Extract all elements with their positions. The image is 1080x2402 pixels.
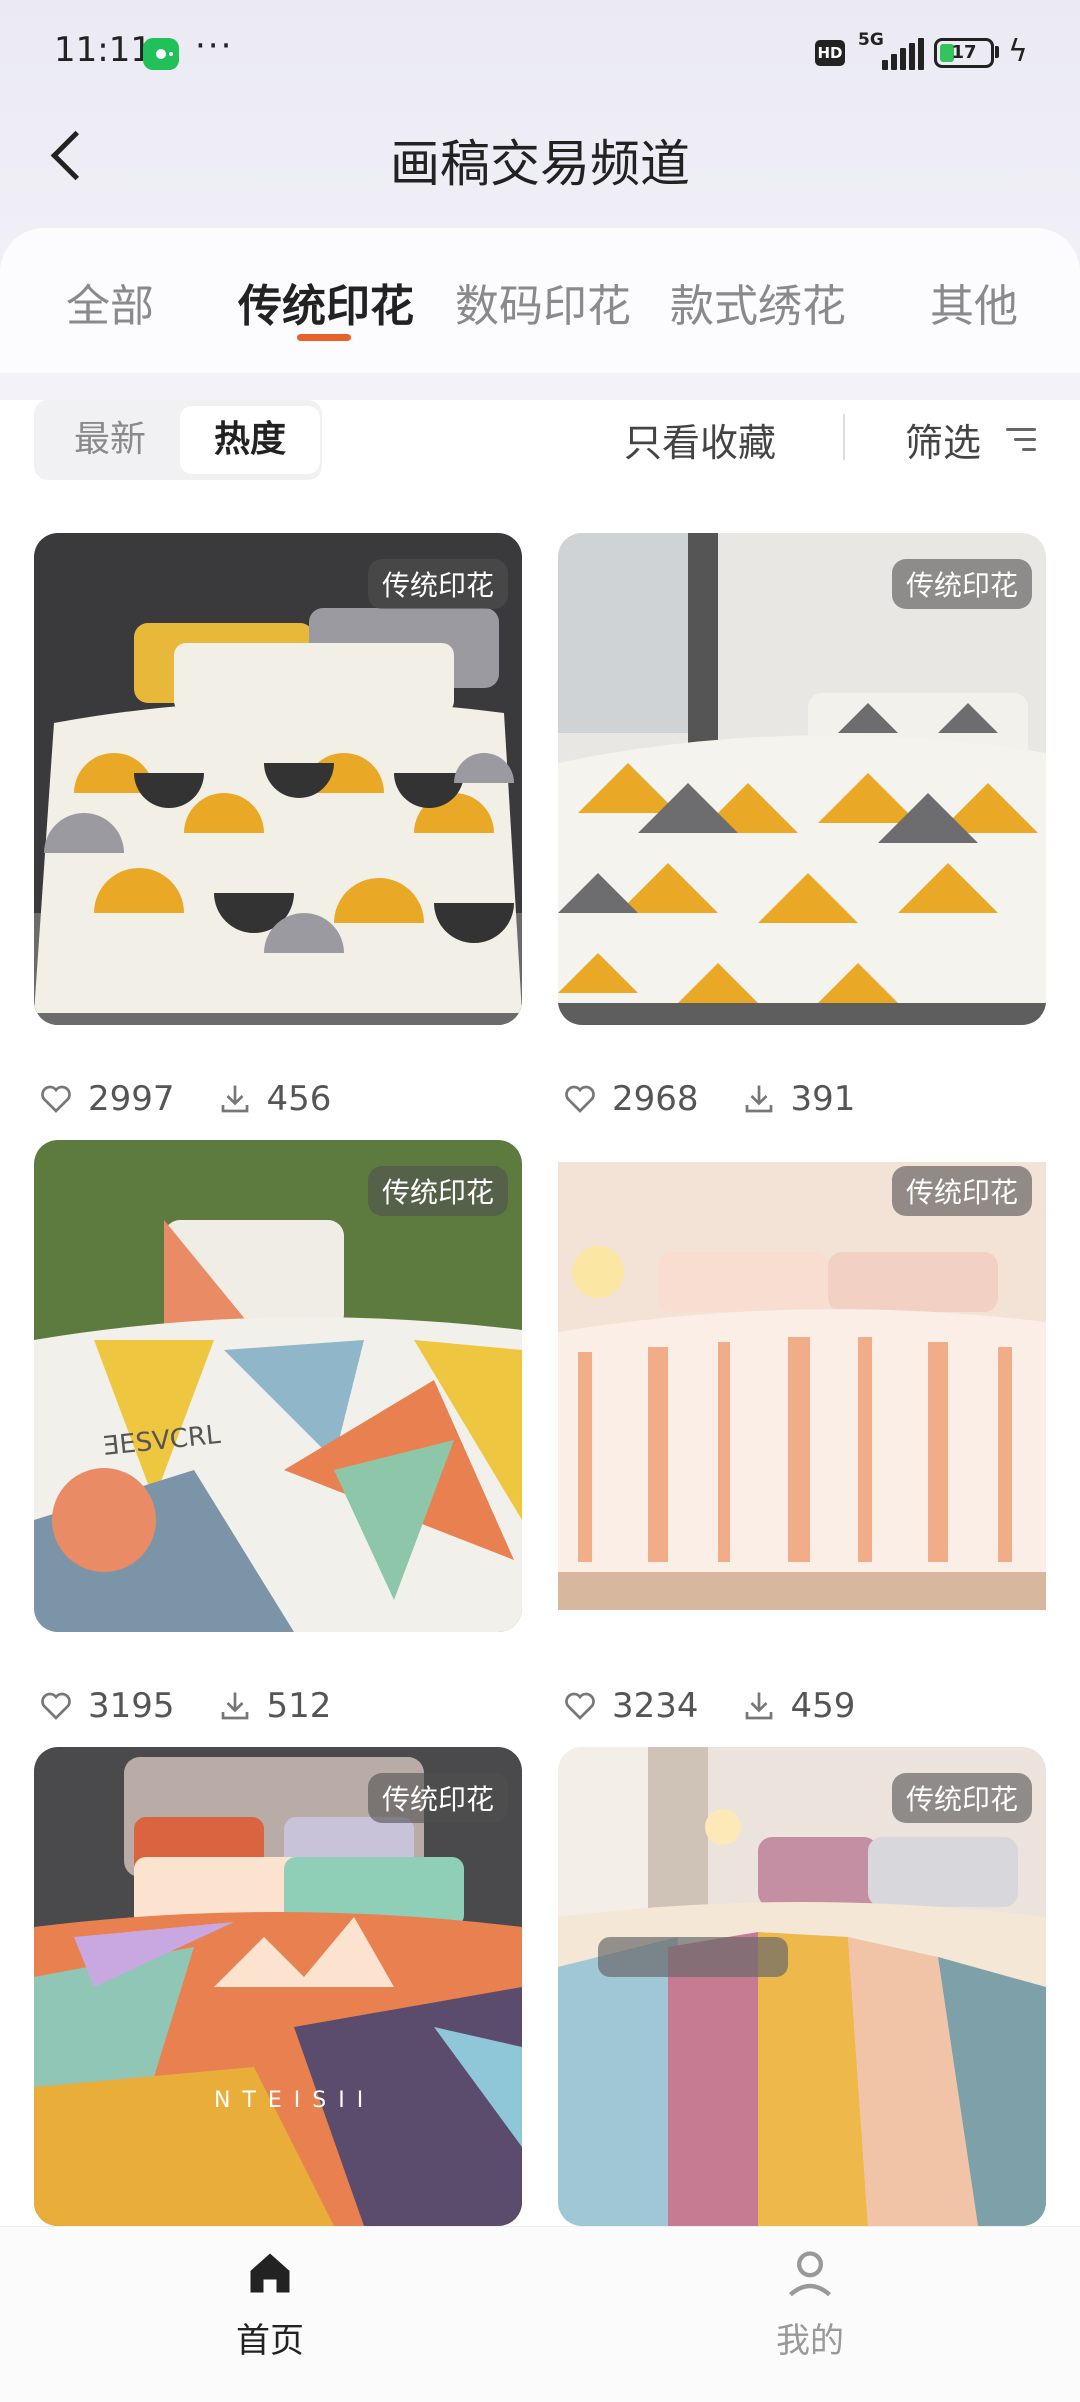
hd-icon: HD: [815, 40, 845, 66]
category-tag: 传统印花: [367, 559, 508, 609]
wechat-icon: [143, 38, 179, 70]
sort-popular-button[interactable]: 热度: [180, 406, 320, 474]
design-card[interactable]: 传统印花: [558, 1747, 1046, 2285]
nav-home-label: 首页: [236, 2321, 304, 2361]
download-icon[interactable]: [741, 1688, 777, 1724]
heart-icon[interactable]: [562, 1081, 598, 1117]
design-card[interactable]: NTEISII 传统印花: [34, 1747, 522, 2285]
category-tabs: 全部 传统印花 数码印花 款式绣花 其他: [0, 228, 1080, 373]
sort-toggle: 最新 热度: [34, 400, 322, 480]
likes-count: 2968: [612, 1079, 699, 1119]
heart-icon[interactable]: [38, 1688, 74, 1724]
tab-digital-print[interactable]: 数码印花: [455, 270, 631, 334]
tab-all[interactable]: 全部: [66, 270, 154, 334]
downloads-count: 459: [790, 1686, 856, 1726]
likes-count: 3234: [612, 1686, 699, 1726]
download-icon[interactable]: [217, 1688, 253, 1724]
design-card[interactable]: ƎESVCRL 传统印花 3195 512: [34, 1140, 522, 1726]
category-tag: 传统印花: [891, 1166, 1032, 1216]
heart-icon[interactable]: [38, 1081, 74, 1117]
design-image[interactable]: NTEISII 传统印花: [34, 1747, 522, 2226]
downloads-count: 391: [790, 1079, 856, 1119]
category-tag: 传统印花: [891, 1773, 1032, 1823]
design-card[interactable]: 传统印花 2968 391: [558, 533, 1046, 1119]
charging-icon: ϟ: [1008, 34, 1028, 69]
likes-count: 3195: [88, 1686, 175, 1726]
category-tag: 传统印花: [891, 559, 1032, 609]
battery-icon: 17: [934, 38, 994, 68]
filter-button[interactable]: 筛选: [905, 412, 981, 467]
tab-traditional-print[interactable]: 传统印花: [238, 270, 414, 334]
more-notifications-icon: ···: [195, 26, 234, 66]
card-stats: 3195 512: [38, 1680, 331, 1732]
tab-active-indicator: [297, 334, 351, 341]
card-stats: 2968 391: [562, 1073, 855, 1125]
signal-icon: [882, 38, 926, 70]
filter-icon[interactable]: [1004, 424, 1036, 456]
svg-text:NTEISII: NTEISII: [214, 2088, 375, 2113]
design-image[interactable]: 传统印花: [558, 1747, 1046, 2226]
design-image[interactable]: ƎESVCRL 传统印花: [34, 1140, 522, 1632]
battery-tip: [995, 46, 999, 58]
divider: [843, 414, 845, 460]
favorites-only-button[interactable]: 只看收藏: [624, 412, 776, 467]
status-time: 11:11: [54, 30, 152, 70]
likes-count: 2997: [88, 1079, 175, 1119]
tab-embroidery[interactable]: 款式绣花: [670, 270, 846, 334]
network-type: 5G: [858, 30, 884, 50]
home-icon: [244, 2247, 296, 2299]
download-icon[interactable]: [741, 1081, 777, 1117]
category-tag: 传统印花: [367, 1166, 508, 1216]
design-card[interactable]: 传统印花 2997 456: [34, 533, 522, 1119]
category-tag: 传统印花: [367, 1773, 508, 1823]
status-bar: 11:11 ··· HD 5G 17 ϟ: [0, 0, 1080, 108]
tab-other[interactable]: 其他: [930, 270, 1018, 334]
battery-level: 17: [951, 42, 977, 63]
design-image[interactable]: 传统印花: [34, 533, 522, 1025]
downloads-count: 456: [266, 1079, 332, 1119]
design-image[interactable]: 传统印花: [558, 533, 1046, 1025]
nav-profile[interactable]: 我的: [710, 2247, 910, 2362]
bottom-navigation: 首页 我的: [0, 2226, 1080, 2402]
page-title: 画稿交易频道: [390, 135, 690, 193]
nav-home[interactable]: 首页: [170, 2247, 370, 2362]
heart-icon[interactable]: [562, 1688, 598, 1724]
download-icon[interactable]: [217, 1081, 253, 1117]
downloads-count: 512: [266, 1686, 332, 1726]
card-stats: 2997 456: [38, 1073, 331, 1125]
sort-newest-button[interactable]: 最新: [40, 406, 180, 474]
design-card[interactable]: 传统印花 3234 459: [558, 1140, 1046, 1726]
profile-icon: [784, 2247, 836, 2299]
card-stats: 3234 459: [562, 1680, 855, 1732]
nav-profile-label: 我的: [776, 2321, 844, 2361]
design-image[interactable]: [558, 1162, 1046, 1610]
